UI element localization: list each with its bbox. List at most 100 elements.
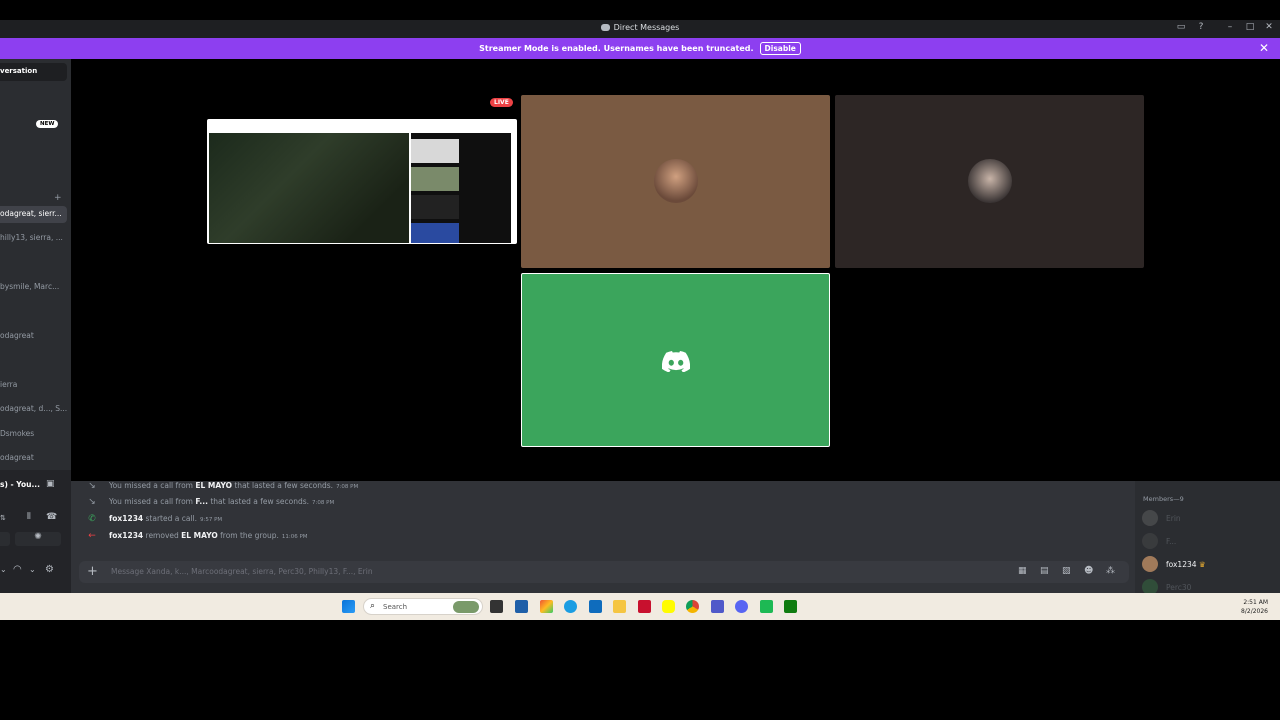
mic-chevron-icon[interactable]: ⌄ [0,565,7,574]
thumbnail-image [411,195,459,219]
disable-streamer-mode-button[interactable]: Disable [759,42,801,55]
close-banner-icon[interactable]: ✕ [1259,41,1269,55]
create-dm-icon[interactable]: + [54,193,62,203]
missed-call-icon: ↘ [88,497,96,507]
participant-tile[interactable] [835,95,1144,268]
dm-item[interactable]: odagreat, d..., S... [0,401,67,418]
dm-item[interactable]: bysmile, Marc... [0,279,67,296]
thumbnail-image [411,167,459,191]
member-list: Members—9 Erin F... fox1234 ♛ Perc30 [1135,481,1280,593]
missed-call-icon: ↘ [88,481,96,491]
username[interactable]: fox1234 [109,514,143,523]
call-started-icon: ✆ [88,514,96,524]
shared-video-preview [209,133,409,243]
dm-item[interactable]: odagreat [0,328,67,345]
activities-icon[interactable]: ✺ [15,532,61,546]
discord-icon [600,24,610,31]
member-item[interactable]: fox1234 ♛ [1142,556,1272,574]
close-window-button[interactable]: ✕ [1262,22,1276,32]
taskbar-clock[interactable]: 2:51 AM 8/2/2026 [1241,598,1268,616]
outlook-icon[interactable] [589,600,602,613]
taskbar-search[interactable]: ⌕ Search [363,598,483,615]
voice-channel-status[interactable]: s) - You... [0,480,71,489]
avatar [1142,533,1158,549]
headphones-icon[interactable]: ◠ [13,564,22,575]
dm-item[interactable]: ierra [0,377,67,394]
emoji-icon[interactable]: ☻ [1084,566,1093,576]
avatar [1142,556,1158,572]
thumbnail-image [411,223,459,243]
task-view-icon[interactable] [490,600,503,613]
username[interactable]: F... [195,497,208,506]
participant-tile-speaking[interactable] [521,273,830,447]
camera-button[interactable] [0,532,10,546]
dm-item[interactable]: odagreat, sierr... [0,206,67,223]
gift-icon[interactable]: ▦ [1018,566,1027,576]
noise-suppression-icon[interactable]: ⫴ [27,512,31,522]
username[interactable]: EL MAYO [181,531,218,540]
streamer-mode-message: Streamer Mode is enabled. Usernames have… [479,44,754,53]
timestamp: 9:57 PM [200,517,223,523]
find-conversation-button[interactable]: versation [0,63,67,81]
shared-recommendations-panel [411,133,511,243]
file-explorer-icon[interactable] [613,600,626,613]
timestamp: 7:08 PM [312,500,335,506]
apps-icon[interactable]: ⁂ [1106,566,1115,576]
screen-share-tile[interactable] [207,119,517,244]
username[interactable]: EL MAYO [195,481,232,490]
chrome-icon[interactable] [686,600,699,613]
help-icon[interactable]: ? [1194,22,1208,32]
participant-avatar [654,159,698,203]
settings-gear-icon[interactable]: ⚙ [45,564,54,575]
avatar [1142,579,1158,593]
store-icon[interactable] [515,600,528,613]
member-item[interactable]: Erin [1142,510,1272,528]
app-icon[interactable] [760,600,773,613]
snapchat-icon[interactable] [662,600,675,613]
mcafee-icon[interactable] [638,600,651,613]
sticker-icon[interactable]: ▧ [1062,566,1071,576]
system-message: ↘ You missed a call from F... that lasted… [85,497,334,507]
timestamp: 11:06 PM [281,534,308,540]
discord-icon[interactable] [735,600,748,613]
message-composer[interactable]: + Message Xanda, k..., Marcoodagreat, si… [79,561,1129,583]
system-message: ✆ fox1234 started a call. 9:57 PM [85,514,222,524]
username[interactable]: fox1234 [109,531,143,540]
streamer-mode-banner: Streamer Mode is enabled. Usernames have… [0,38,1280,59]
system-message: ← fox1234 removed EL MAYO from the group.… [85,531,308,541]
copilot-icon[interactable] [540,600,553,613]
discord-logo-icon [662,351,690,372]
message-input[interactable]: Message Xanda, k..., Marcoodagreat, sier… [111,567,373,576]
inbox-icon[interactable]: ▭ [1174,22,1188,32]
dm-item[interactable]: odagreat [0,450,67,467]
chat-area: ↘ You missed a call from EL MAYO that las… [71,481,1135,593]
avatar [1142,510,1158,526]
thumbnail-image [411,139,459,163]
edge-icon[interactable] [564,600,577,613]
search-highlight-image [453,601,479,613]
add-attachment-icon[interactable]: + [87,564,98,579]
window-titlebar: Direct Messages ▭ ? – □ ✕ [0,20,1280,38]
system-message: ↘ You missed a call from EL MAYO that las… [85,481,358,491]
start-icon[interactable] [342,600,355,613]
maximize-button[interactable]: □ [1243,22,1257,32]
xbox-icon[interactable] [784,600,797,613]
windows-taskbar: ⌕ Search 2:51 AM 8/2/2026 [0,593,1280,620]
user-voice-panel: s) - You... ▣ ⇅ ⫴ ☎ ✺ ⌄ ◠ ⌄ ⚙ [0,470,71,593]
participant-tile[interactable] [521,95,830,268]
member-item[interactable]: Perc30 [1142,579,1272,593]
disconnect-icon[interactable]: ☎ [46,512,57,522]
headphones-chevron-icon[interactable]: ⌄ [29,565,36,574]
new-badge: NEW [36,120,59,128]
member-item[interactable]: F... [1142,533,1272,551]
dm-item[interactable]: hilly13, sierra, ... [0,230,67,247]
screen-share-icon[interactable]: ▣ [46,479,55,489]
dm-item[interactable]: Dsmokes [0,426,67,443]
members-header: Members—9 [1143,495,1184,503]
window-title: Direct Messages [0,23,1280,32]
timestamp: 7:08 PM [336,484,359,490]
minimize-button[interactable]: – [1223,22,1237,32]
crown-icon: ♛ [1198,560,1206,569]
gif-icon[interactable]: ▤ [1040,566,1049,576]
teams-icon[interactable] [711,600,724,613]
